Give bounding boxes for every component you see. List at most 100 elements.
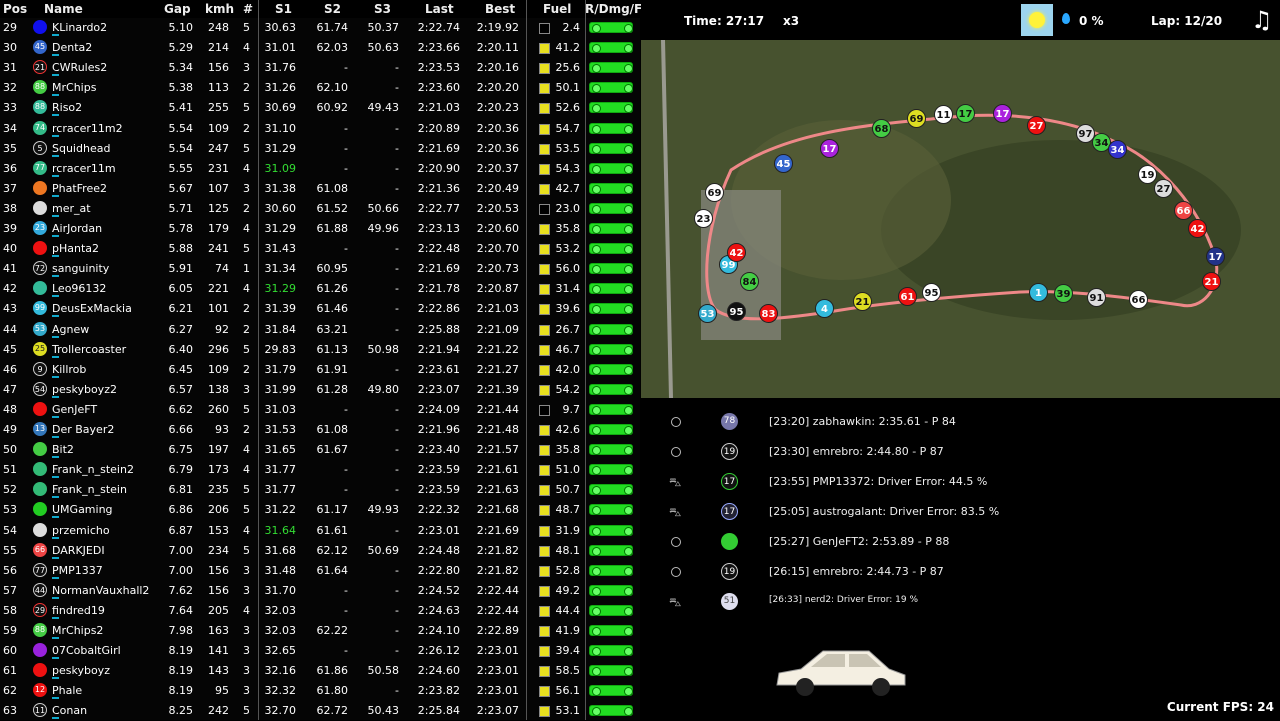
num-cell: 5 <box>243 402 250 416</box>
kmh-cell: 95 <box>215 684 229 698</box>
table-row[interactable]: 36 5.55 231 4 31.09 - - 2:20.90 2:20.37 54.3 77 rcr… <box>0 159 640 179</box>
table-row[interactable]: 46 6.45 109 2 31.79 61.91 - 2:23.61 2:21.27 42.0 9… <box>0 360 640 380</box>
table-row[interactable]: 59 7.98 163 3 32.03 62.22 - 2:24.10 2:22.89 41.9 8… <box>0 621 640 641</box>
car-marker[interactable]: 17 <box>820 139 839 158</box>
car-marker[interactable]: 11 <box>934 105 953 124</box>
car-marker[interactable]: 66 <box>1174 201 1193 220</box>
car-marker[interactable]: 1 <box>1029 283 1048 302</box>
name-underline <box>52 295 59 298</box>
car-marker[interactable]: 27 <box>1027 116 1046 135</box>
car-marker[interactable]: 91 <box>1087 288 1106 307</box>
table-row[interactable]: 35 5.54 247 5 31.29 - - 2:21.69 2:20.36 53.5 5 Squi… <box>0 139 640 159</box>
table-row[interactable]: 48 6.62 260 5 31.03 - - 2:24.09 2:21.44 9.7 GenJeF… <box>0 400 640 420</box>
car-marker[interactable]: 69 <box>907 109 926 128</box>
s1-cell: 30.63 <box>264 21 297 34</box>
num-cell: 2 <box>243 201 250 215</box>
car-marker[interactable]: 27 <box>1154 179 1173 198</box>
header-rdmg: R/Dmg/F <box>585 2 643 16</box>
table-row[interactable]: 56 7.00 156 3 31.48 61.64 - 2:22.80 2:21.82 52.8 7… <box>0 561 640 581</box>
car-marker[interactable]: 21 <box>853 292 872 311</box>
fuel-gauge <box>539 143 550 155</box>
name-underline <box>52 355 59 358</box>
car-marker[interactable]: 69 <box>705 183 724 202</box>
divider <box>585 0 586 720</box>
table-row[interactable]: 39 5.78 179 4 31.29 61.88 49.96 2:23.13 2:20.60 3… <box>0 219 640 239</box>
table-row[interactable]: 33 5.41 255 5 30.69 60.92 49.43 2:21.03 2:20.23 5… <box>0 98 640 118</box>
car-marker[interactable]: 83 <box>759 304 778 323</box>
table-row[interactable]: 32 5.38 113 2 31.26 62.10 - 2:23.60 2:20.20 50.1 8… <box>0 78 640 98</box>
num-cell: 5 <box>243 483 250 497</box>
pos-cell: 63 <box>3 704 17 718</box>
table-row[interactable]: 57 7.62 156 3 31.70 - - 2:24.52 2:22.44 49.2 44 Nor… <box>0 581 640 601</box>
kmh-cell: 125 <box>208 201 229 215</box>
table-row[interactable]: 50 6.75 197 4 31.65 61.67 - 2:23.40 2:21.57 35.8 B… <box>0 440 640 460</box>
s2-cell: 61.64 <box>316 563 349 577</box>
car-marker[interactable]: 17 <box>1206 247 1225 266</box>
car-marker[interactable]: 42 <box>727 243 746 262</box>
table-row[interactable]: 45 6.40 296 5 29.83 61.13 50.98 2:21.94 2:21.22 4… <box>0 340 640 360</box>
table-row[interactable]: 42 6.05 221 4 31.29 61.26 - 2:21.78 2:20.87 31.4 L… <box>0 279 640 299</box>
car-marker[interactable]: 42 <box>1188 219 1207 238</box>
table-row[interactable]: 61 8.19 143 3 32.16 61.86 50.58 2:24.60 2:23.01 5… <box>0 661 640 681</box>
car-marker[interactable]: 61 <box>898 287 917 306</box>
table-row[interactable]: 55 7.00 234 5 31.68 62.12 50.69 2:24.48 2:21.82 4… <box>0 541 640 561</box>
table-row[interactable]: 41 5.91 74 1 31.34 60.95 - 2:21.69 2:20.73 56.0 72… <box>0 259 640 279</box>
fuel-gauge <box>539 324 550 336</box>
fuel-gauge <box>539 244 550 256</box>
num-cell: 5 <box>243 704 250 718</box>
table-row[interactable]: 52 6.81 235 5 31.77 - - 2:23.59 2:21.63 50.7 Frank… <box>0 480 640 500</box>
car-marker[interactable]: 19 <box>1138 165 1157 184</box>
table-row[interactable]: 53 6.86 206 5 31.22 61.17 49.93 2:22.32 2:21.68 4… <box>0 500 640 520</box>
fuel-cell: 31.4 <box>555 282 581 296</box>
car-marker[interactable]: 84 <box>740 272 759 291</box>
car-marker[interactable]: 17 <box>956 104 975 123</box>
table-row[interactable]: 51 6.79 173 4 31.77 - - 2:23.59 2:21.61 51.0 Frank… <box>0 460 640 480</box>
table-row[interactable]: 54 6.87 153 4 31.64 61.61 - 2:23.01 2:21.69 31.9 p… <box>0 521 640 541</box>
table-row[interactable]: 58 7.64 205 4 32.03 - - 2:24.63 2:22.44 44.4 29 fin… <box>0 601 640 621</box>
car-marker[interactable]: 45 <box>774 154 793 173</box>
car-marker[interactable]: 68 <box>872 119 891 138</box>
car-marker[interactable]: 53 <box>698 304 717 323</box>
driver-name: peskyboyz2 <box>52 382 117 396</box>
s1-cell: 31.10 <box>264 121 297 135</box>
table-row[interactable]: 63 8.25 242 5 32.70 62.72 50.43 2:25.84 2:23.07 5… <box>0 701 640 721</box>
s1-cell: 31.26 <box>264 81 297 95</box>
car-marker[interactable]: 66 <box>1129 290 1148 309</box>
car-marker[interactable]: 95 <box>727 302 746 321</box>
event-car-badge: 17 <box>721 473 738 490</box>
car-badge: 53 <box>33 321 47 336</box>
table-row[interactable]: 29 5.10 248 5 30.63 61.74 50.37 2:22.74 2:19.92 2… <box>0 18 640 38</box>
gap-cell: 7.64 <box>168 603 194 617</box>
table-row[interactable]: 60 8.19 141 3 32.65 - - 2:26.12 2:23.01 39.4 07Cob… <box>0 641 640 661</box>
table-row[interactable]: 62 8.19 95 3 32.32 61.80 - 2:23.82 2:23.01 56.1 12… <box>0 681 640 701</box>
car-marker[interactable]: 23 <box>694 209 713 228</box>
driver-name: Denta2 <box>52 41 93 55</box>
table-row[interactable]: 43 6.21 101 2 31.39 61.46 - 2:22.86 2:21.03 39.6 9… <box>0 299 640 319</box>
table-row[interactable]: 34 5.54 109 2 31.10 - - 2:20.89 2:20.36 54.7 74 rcr… <box>0 119 640 139</box>
num-cell: 5 <box>243 543 250 557</box>
table-row[interactable]: 30 5.29 214 4 31.01 62.03 50.63 2:23.66 2:20.11 4… <box>0 38 640 58</box>
car-marker[interactable]: 34 <box>1108 140 1127 159</box>
table-row[interactable]: 44 6.27 92 2 31.84 63.21 - 2:25.88 2:21.09 26.7 53… <box>0 320 640 340</box>
music-icon[interactable]: ♫ <box>1251 6 1273 34</box>
table-row[interactable]: 37 5.67 107 3 31.38 61.08 - 2:21.36 2:20.49 42.7 P… <box>0 179 640 199</box>
last-cell: 2:23.53 <box>417 61 460 75</box>
car-marker[interactable]: 17 <box>993 104 1012 123</box>
s1-cell: 31.79 <box>264 362 297 376</box>
table-row[interactable]: 47 6.57 138 3 31.99 61.28 49.80 2:23.07 2:21.39 5… <box>0 380 640 400</box>
car-marker[interactable]: 4 <box>815 299 834 318</box>
table-row[interactable]: 38 5.71 125 2 30.60 61.52 50.66 2:22.77 2:20.53 2… <box>0 199 640 219</box>
pos-cell: 32 <box>3 81 17 95</box>
table-row[interactable]: 40 5.88 241 5 31.43 - - 2:22.48 2:20.70 53.2 pHant… <box>0 239 640 259</box>
fuel-gauge <box>539 605 550 617</box>
event-log: 78 [23:20] zabhawkin: 2:35.61 - P 84 19 [23… <box>641 400 1280 720</box>
table-row[interactable]: 31 5.34 156 3 31.76 - - 2:23.53 2:20.16 25.6 21 CWR… <box>0 58 640 78</box>
car-marker[interactable]: 95 <box>922 283 941 302</box>
table-header: Pos Name Gap kmh # S1 S2 S3 Last Best Fu… <box>0 0 643 18</box>
car-marker[interactable]: 21 <box>1202 272 1221 291</box>
gap-cell: 8.25 <box>168 704 194 718</box>
best-cell: 2:20.87 <box>476 282 519 296</box>
num-cell: 5 <box>243 242 250 256</box>
table-row[interactable]: 49 6.66 93 2 31.53 61.08 - 2:21.96 2:21.48 42.6 13… <box>0 420 640 440</box>
car-marker[interactable]: 39 <box>1054 284 1073 303</box>
